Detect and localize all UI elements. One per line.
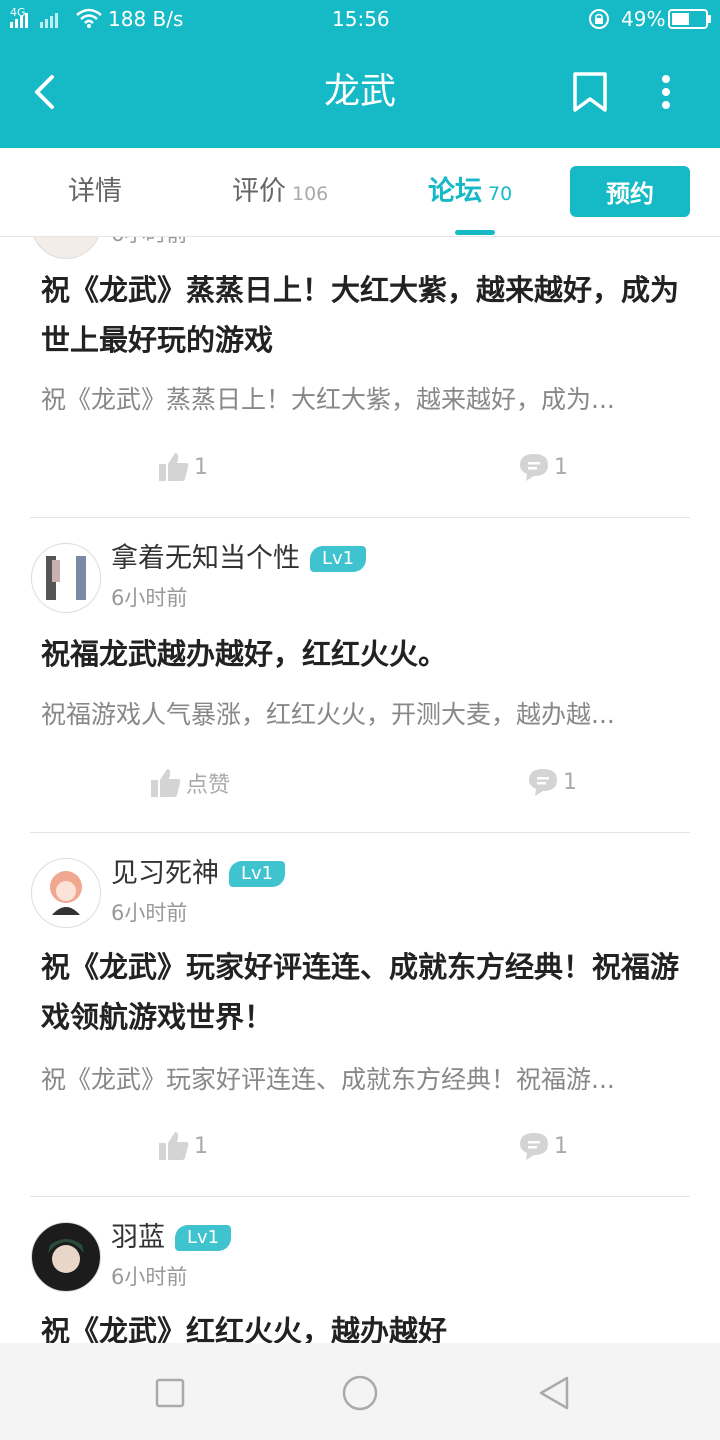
avatar[interactable] (31, 1222, 101, 1292)
divider (30, 832, 690, 833)
like-count: 1 (194, 1133, 208, 1159)
comment-count: 1 (554, 1133, 568, 1159)
bookmark-button[interactable] (562, 60, 618, 124)
username[interactable]: 见习死神 Lv1 (111, 856, 286, 892)
level-badge: Lv1 (310, 546, 367, 572)
post-title[interactable]: 祝福龙武越办越好，红红火火。 (41, 629, 681, 679)
recent-apps-button[interactable] (150, 1373, 190, 1413)
thumbs-up-icon (151, 769, 181, 797)
avatar-image (46, 556, 86, 600)
rotation-lock-icon (589, 9, 609, 29)
bookmark-icon (573, 72, 607, 112)
post-title[interactable]: 祝《龙武》蒸蒸日上！大红大紫，越来越好，成为世上最好玩的游戏 (41, 265, 681, 365)
tab-details[interactable]: 详情 (68, 176, 122, 208)
app-header: 4G 188 B/s 15:56 49% 龙武 (0, 0, 720, 148)
comment-icon (520, 1133, 548, 1160)
post-time: 6小时前 (111, 586, 188, 610)
post-time: 6小时前 (111, 901, 188, 925)
wifi-icon (76, 8, 102, 28)
network-speed: 188 B/s (108, 7, 184, 31)
post-title[interactable]: 祝《龙武》红红火火，越办越好 (41, 1306, 681, 1343)
tab-count: 70 (488, 183, 513, 205)
tab-label: 详情 (68, 176, 122, 207)
system-nav-bar (0, 1343, 720, 1440)
comment-count: 1 (563, 769, 577, 795)
square-icon (155, 1378, 185, 1408)
tab-label: 评价 (232, 176, 286, 207)
status-bar: 4G 188 B/s 15:56 49% (0, 0, 720, 38)
tab-count: 106 (292, 183, 329, 205)
username-text: 羽蓝 (111, 1222, 165, 1253)
like-button[interactable]: 1 (158, 1131, 208, 1161)
username-text: 拿着无知当个性 (111, 543, 300, 574)
active-tab-indicator (455, 230, 495, 235)
divider (30, 1196, 690, 1197)
username[interactable]: 羽蓝 Lv1 (111, 1220, 232, 1256)
tab-label: 论坛 (428, 176, 482, 207)
post-excerpt[interactable]: 祝福游戏人气暴涨，红红火火，开测大麦，越办越... (41, 698, 666, 732)
avatar[interactable] (31, 858, 101, 928)
comment-button[interactable]: 1 (518, 1131, 568, 1161)
triangle-back-icon (539, 1376, 569, 1410)
battery-percent: 49% (621, 7, 666, 31)
reserve-button[interactable]: 预约 (570, 166, 690, 217)
more-vertical-icon (662, 75, 670, 109)
signal-icon (10, 13, 58, 28)
avatar[interactable] (31, 543, 101, 613)
circle-icon (342, 1375, 378, 1411)
tab-forum[interactable]: 论坛 70 (428, 176, 512, 210)
comment-button[interactable]: 1 (518, 452, 568, 482)
username-text: 见习死神 (111, 858, 219, 889)
battery-icon (668, 9, 711, 29)
home-button[interactable] (340, 1373, 380, 1413)
clock: 15:56 (332, 7, 390, 31)
thumbs-up-icon (159, 1132, 189, 1160)
thumbs-up-icon (159, 453, 189, 481)
avatar-image (50, 871, 82, 915)
post-time: 6小时前 (111, 1265, 188, 1289)
like-label: 点赞 (186, 773, 231, 798)
post-excerpt[interactable]: 祝《龙武》蒸蒸日上！大红大紫，越来越好，成为... (41, 383, 666, 417)
comment-button[interactable]: 1 (527, 767, 577, 797)
more-options-button[interactable] (638, 60, 694, 124)
post-title[interactable]: 祝《龙武》玩家好评连连、成就东方经典！祝福游戏领航游戏世界！ (41, 942, 681, 1042)
comment-count: 1 (554, 454, 568, 480)
post-excerpt[interactable]: 祝《龙武》玩家好评连连、成就东方经典！祝福游... (41, 1063, 666, 1097)
level-badge: Lv1 (175, 1225, 232, 1251)
like-count: 1 (194, 454, 208, 480)
tab-reviews[interactable]: 评价 106 (232, 176, 328, 210)
username[interactable]: 拿着无知当个性 Lv1 (111, 541, 367, 577)
avatar-image (48, 1239, 84, 1273)
avatar[interactable] (31, 237, 101, 259)
comment-icon (520, 454, 548, 481)
like-button[interactable]: 点赞 (150, 767, 230, 799)
comment-icon (529, 769, 557, 796)
level-badge: Lv1 (229, 861, 286, 887)
system-back-button[interactable] (534, 1373, 574, 1413)
forum-feed[interactable]: 6小时前 祝《龙武》蒸蒸日上！大红大紫，越来越好，成为世上最好玩的游戏 祝《龙武… (0, 237, 720, 1343)
divider (30, 517, 690, 518)
post-time: 6小时前 (111, 237, 187, 249)
like-button[interactable]: 1 (158, 452, 208, 482)
